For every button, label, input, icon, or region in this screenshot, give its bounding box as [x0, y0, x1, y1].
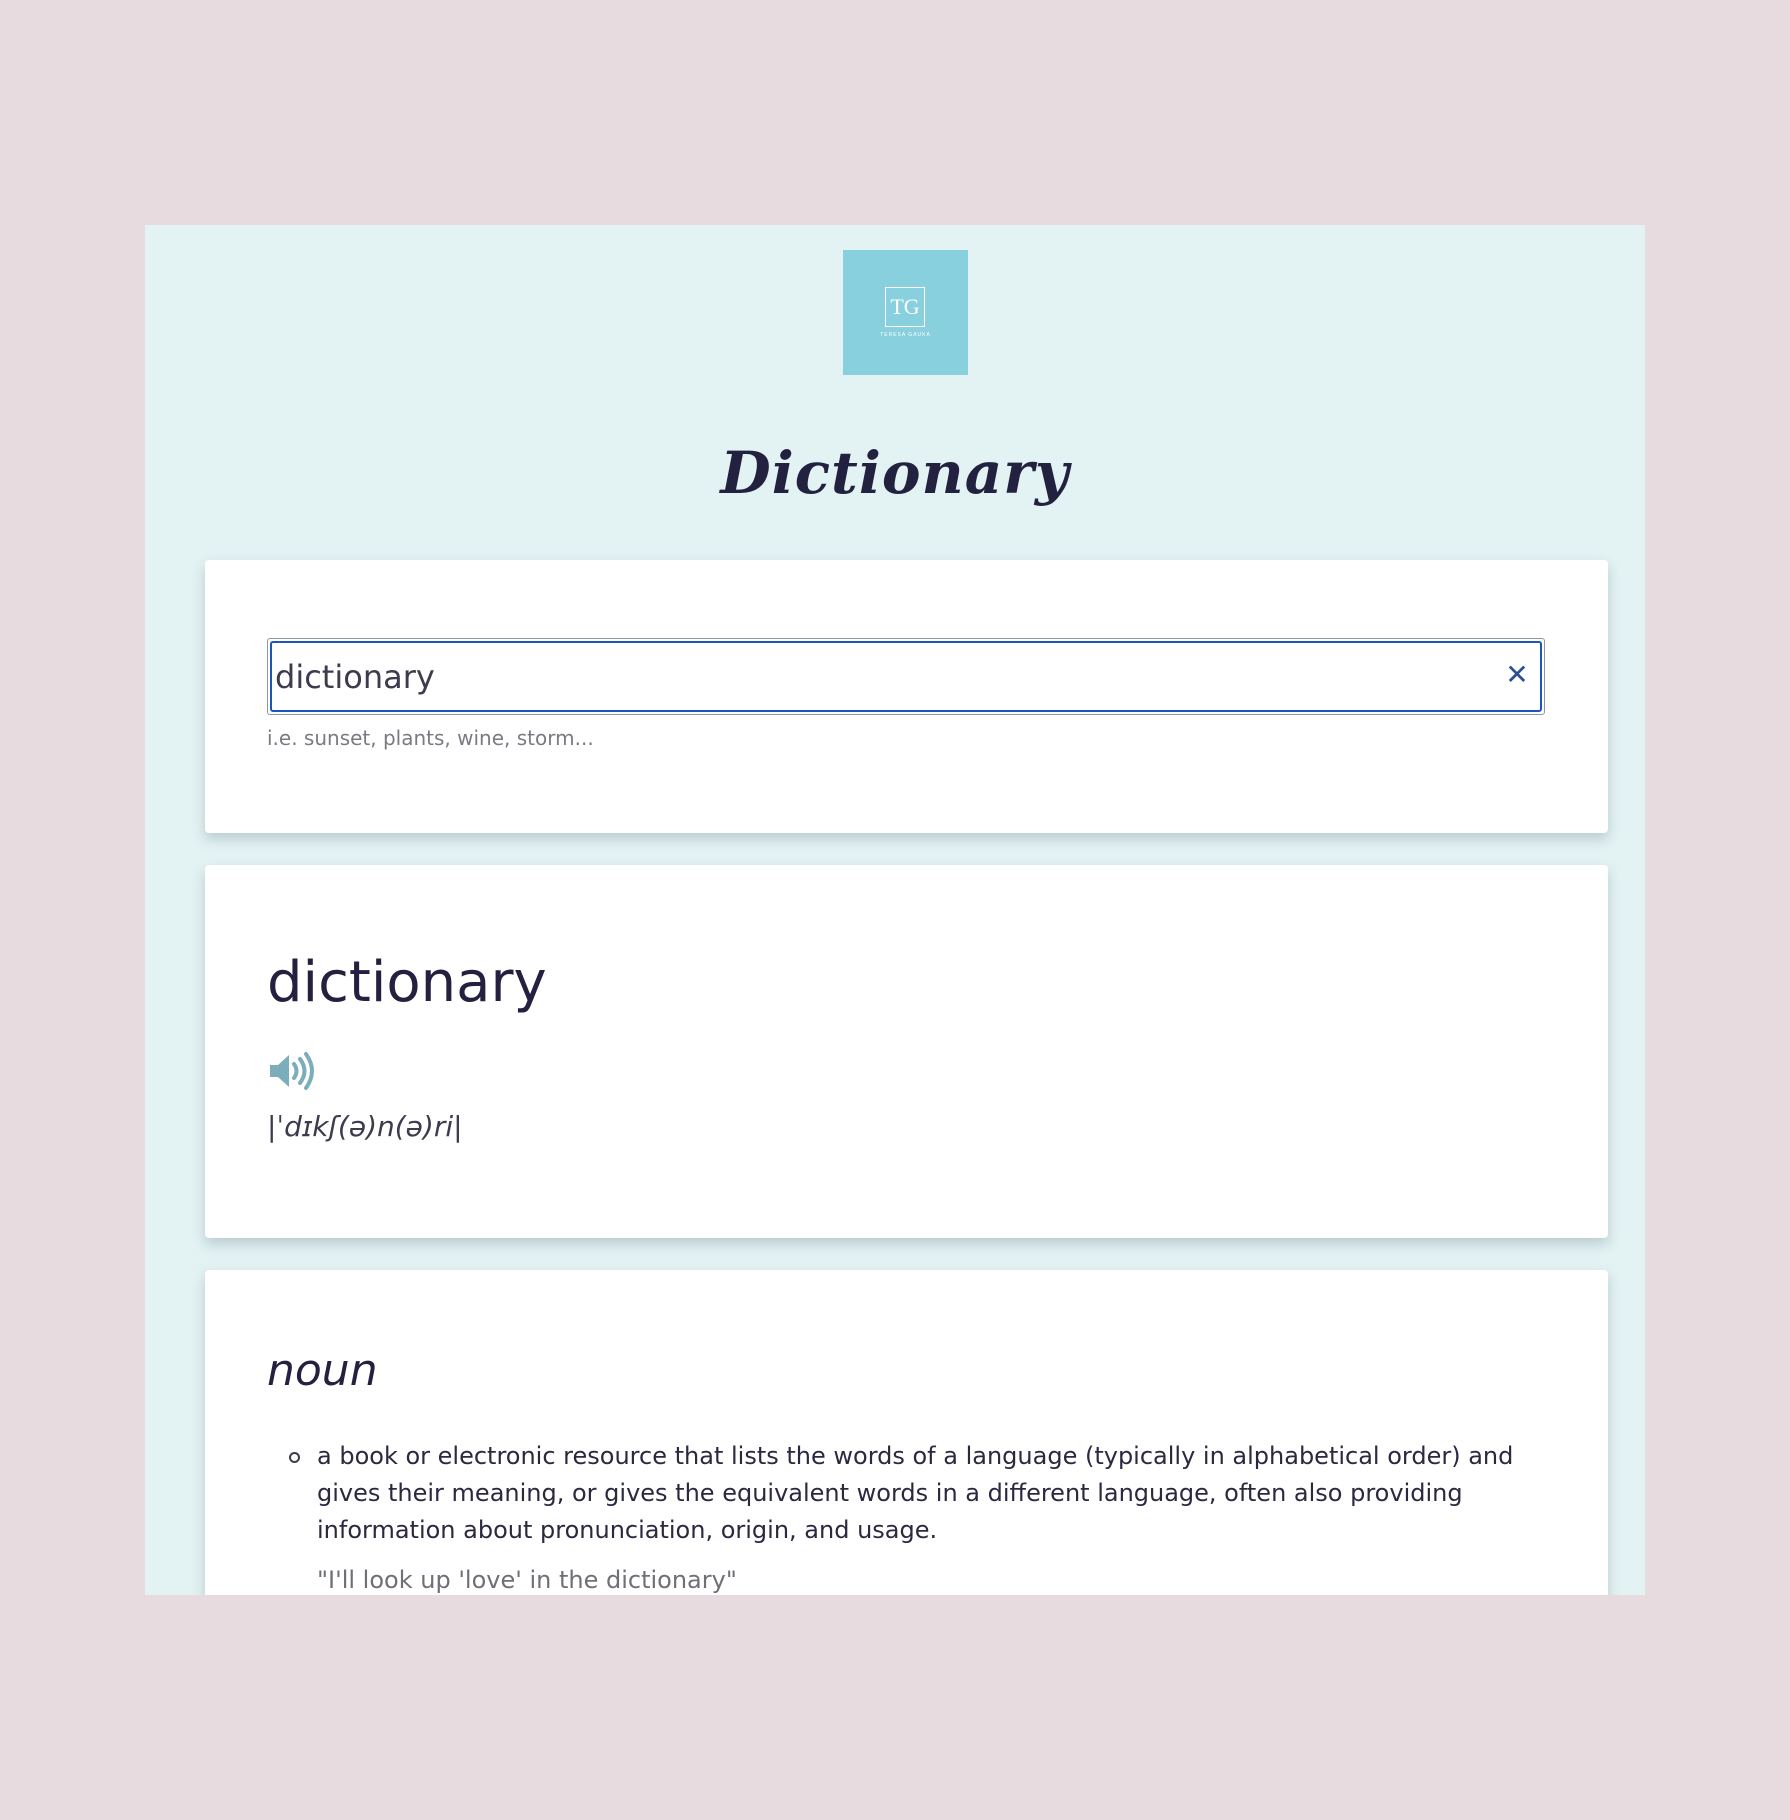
logo-subtext: TERESA GAUKA	[880, 332, 931, 338]
bullet-icon	[289, 1452, 300, 1463]
search-field-wrapper: ✕	[267, 638, 1545, 715]
definition-text: a book or electronic resource that lists…	[317, 1442, 1514, 1544]
part-of-speech: noun	[267, 1345, 378, 1396]
headword: dictionary	[267, 950, 547, 1015]
search-input[interactable]	[270, 641, 1542, 712]
search-card: ✕ i.e. sunset, plants, wine, storm...	[205, 560, 1608, 833]
word-card: dictionary |ˈdɪkʃ(ə)n(ə)ri|	[205, 865, 1608, 1238]
definition-example: "I'll look up 'love' in the dictionary"	[317, 1566, 737, 1594]
speaker-icon[interactable]	[267, 1050, 319, 1092]
search-hint: i.e. sunset, plants, wine, storm...	[267, 726, 594, 750]
brand-logo: TG TERESA GAUKA	[843, 250, 968, 375]
page-title: Dictionary	[720, 438, 1070, 507]
definition-item: a book or electronic resource that lists…	[267, 1438, 1527, 1595]
app-container: TG TERESA GAUKA Dictionary ✕ i.e. sunset…	[145, 225, 1645, 1595]
close-icon[interactable]: ✕	[1500, 657, 1534, 693]
meaning-card: noun a book or electronic resource that …	[205, 1270, 1608, 1595]
phonetic-transcription: |ˈdɪkʃ(ə)n(ə)ri|	[267, 1110, 463, 1143]
logo-monogram: TG	[885, 287, 925, 327]
definition-list: a book or electronic resource that lists…	[267, 1438, 1527, 1595]
